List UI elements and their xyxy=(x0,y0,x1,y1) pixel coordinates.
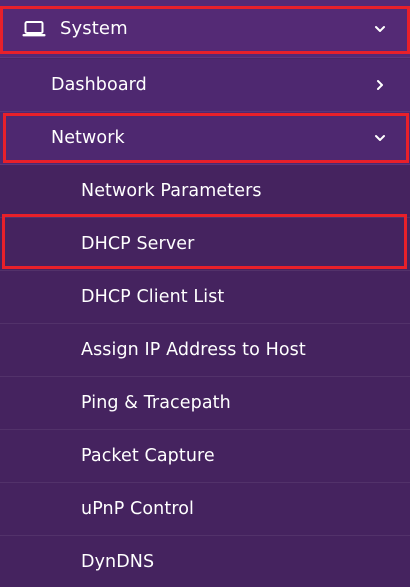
submenu-item-label: Ping & Tracepath xyxy=(81,393,231,413)
menu-item-network-label: Network xyxy=(51,128,125,148)
chevron-down-icon[interactable] xyxy=(374,132,386,144)
submenu-item-label: Assign IP Address to Host xyxy=(81,340,306,360)
submenu-item-assign-ip-address[interactable]: Assign IP Address to Host xyxy=(0,324,410,377)
menu-item-system-label: System xyxy=(60,18,128,39)
menu-item-dashboard-label: Dashboard xyxy=(51,75,147,95)
submenu-item-label: Packet Capture xyxy=(81,446,215,466)
menu-item-network[interactable]: Network xyxy=(0,112,410,165)
submenu-item-label: uPnP Control xyxy=(81,499,195,519)
menu-item-dashboard[interactable]: Dashboard xyxy=(0,59,410,112)
submenu-item-network-parameters[interactable]: Network Parameters xyxy=(0,165,410,218)
submenu-item-packet-capture[interactable]: Packet Capture xyxy=(0,430,410,483)
chevron-right-icon[interactable] xyxy=(374,79,386,91)
submenu-item-label: DHCP Server xyxy=(81,234,195,254)
submenu-item-dyndns[interactable]: DynDNS xyxy=(0,536,410,587)
submenu-item-dhcp-server[interactable]: DHCP Server xyxy=(0,218,410,271)
submenu-item-label: DHCP Client List xyxy=(81,287,225,307)
submenu-item-label: DynDNS xyxy=(81,552,155,572)
menu-item-system[interactable]: System xyxy=(0,0,410,58)
submenu-item-upnp-control[interactable]: uPnP Control xyxy=(0,483,410,536)
laptop-icon xyxy=(22,20,46,38)
sidebar-menu: System Dashboard Network Network Paramet… xyxy=(0,0,410,587)
submenu-item-dhcp-client-list[interactable]: DHCP Client List xyxy=(0,271,410,324)
submenu-item-ping-tracepath[interactable]: Ping & Tracepath xyxy=(0,377,410,430)
submenu-item-label: Network Parameters xyxy=(81,181,262,201)
chevron-down-icon[interactable] xyxy=(374,23,386,35)
